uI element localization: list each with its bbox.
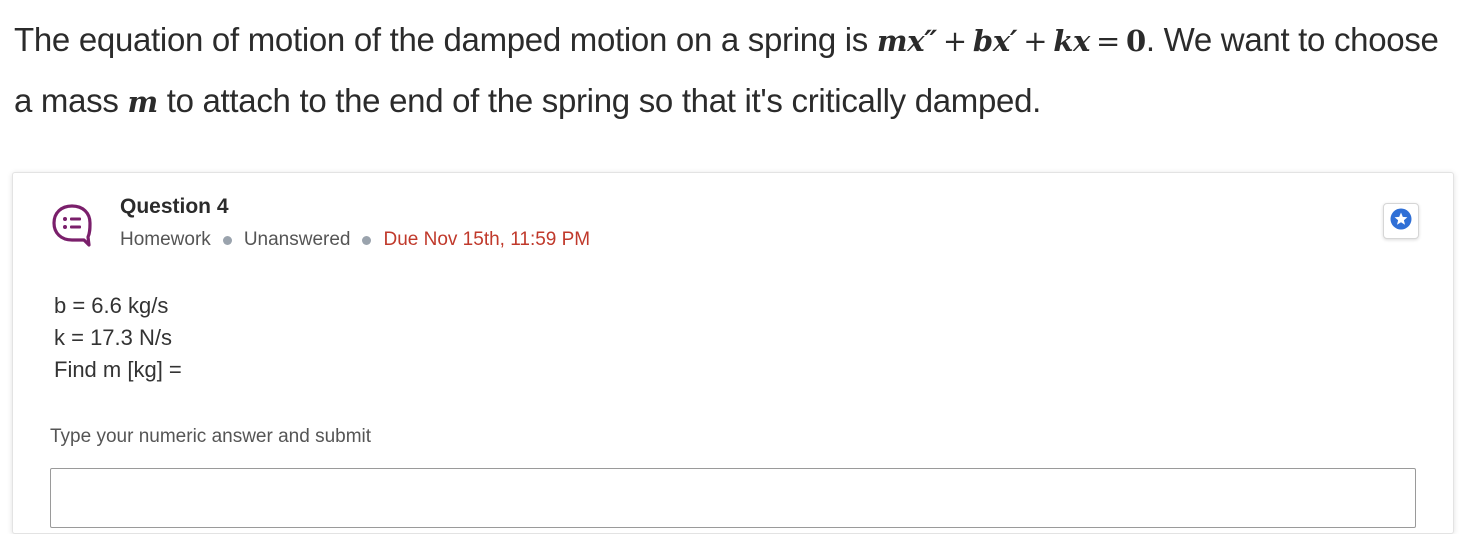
question-list-icon [51, 203, 93, 247]
eq-equals: = [1096, 24, 1120, 58]
given-b: b = 6.6 kg/s [54, 293, 169, 318]
eq-plus-2: + [1023, 24, 1048, 58]
eq-term-k: kx [1053, 24, 1090, 58]
intro-text-before: The equation of motion of the damped mot… [14, 21, 877, 58]
question-due-date: Due Nov 15th, 11:59 PM [383, 229, 591, 250]
intro-text-end: to attach to the end of the spring so th… [157, 82, 1042, 119]
question-type: Homework [120, 229, 211, 250]
given-values: b = 6.6 kg/s k = 17.3 N/s Find m [kg] = [54, 290, 182, 386]
numeric-answer-input[interactable] [50, 468, 1416, 528]
star-badge-icon [1390, 208, 1412, 235]
given-k: k = 17.3 N/s [54, 325, 173, 350]
find-m: Find m [kg] = [54, 357, 182, 382]
meta-separator-dot [222, 235, 232, 245]
question-meta: Homework Unanswered Due Nov 15th, 11:59 … [120, 229, 590, 251]
eq-term-m: mx″ [876, 24, 937, 58]
question-card: Question 4 Homework Unanswered Due Nov 1… [12, 172, 1454, 534]
question-title: Question 4 [120, 195, 229, 218]
eq-term-b: bx′ [972, 24, 1018, 58]
question-status: Unanswered [243, 229, 351, 250]
problem-statement: The equation of motion of the damped mot… [14, 10, 1464, 132]
eq-plus-1: + [942, 24, 967, 58]
mass-symbol: m [127, 85, 158, 119]
eq-zero: 0 [1126, 24, 1146, 58]
bookmark-star-button[interactable] [1383, 203, 1419, 239]
answer-prompt: Type your numeric answer and submit [50, 426, 372, 447]
meta-separator-dot [362, 235, 372, 245]
